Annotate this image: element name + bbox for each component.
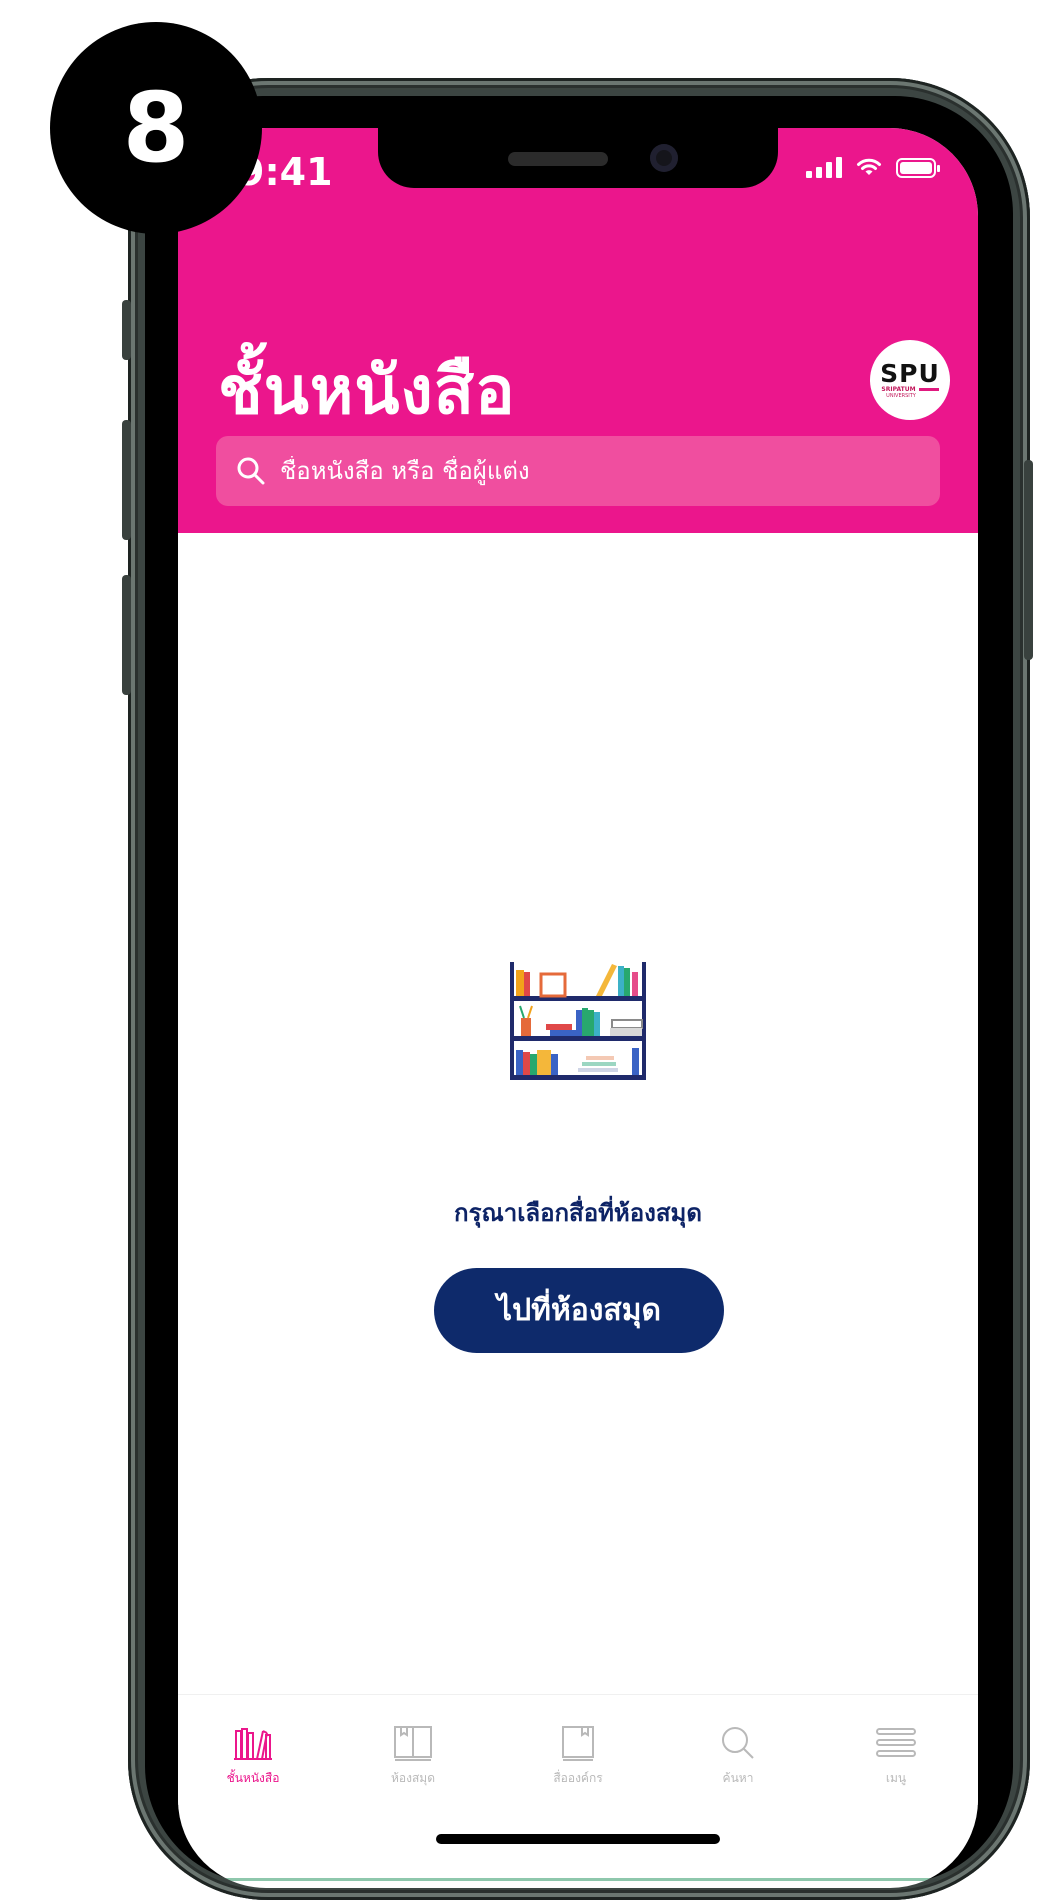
open-book-icon bbox=[394, 1726, 432, 1761]
mute-switch bbox=[122, 300, 131, 360]
tab-menu-label: เมนู bbox=[885, 1771, 907, 1785]
search-input[interactable] bbox=[278, 456, 882, 486]
tab-menu[interactable]: เมนู bbox=[836, 1725, 956, 1788]
search-bar[interactable] bbox=[216, 436, 940, 506]
tab-org-media-label: สื่อองค์กร bbox=[553, 1771, 603, 1785]
signal-icon bbox=[806, 156, 842, 178]
search-icon bbox=[722, 1727, 754, 1759]
step-number-badge: 8 bbox=[50, 22, 262, 234]
volume-up-button bbox=[122, 420, 131, 540]
tab-library-label: ห้องสมุด bbox=[390, 1771, 435, 1785]
book-icon bbox=[562, 1726, 594, 1761]
app-header: 9:41 ชั้นหนังสือ SPU SRIPATUM UNIVERSITY bbox=[178, 128, 978, 533]
screen-bottom-edge bbox=[178, 1878, 978, 1881]
speaker bbox=[508, 152, 608, 166]
tab-bookshelf-label: ชั้นหนังสือ bbox=[226, 1771, 280, 1785]
bookshelf-icon bbox=[234, 1728, 272, 1760]
wifi-icon bbox=[857, 158, 881, 175]
app-screen: 9:41 ชั้นหนังสือ SPU SRIPATUM UNIVERSITY bbox=[178, 128, 978, 1888]
tab-search-label: ค้นหา bbox=[722, 1771, 754, 1785]
battery-icon bbox=[896, 158, 940, 178]
search-icon bbox=[237, 457, 265, 485]
spu-logo: SPU SRIPATUM UNIVERSITY bbox=[870, 340, 950, 420]
bookshelf-illustration bbox=[510, 962, 646, 1080]
empty-state-message: กรุณาเลือกสื่อที่ห้องสมุด bbox=[454, 1199, 702, 1227]
home-indicator bbox=[436, 1834, 720, 1844]
tab-org-media[interactable]: สื่อองค์กร bbox=[518, 1725, 638, 1788]
power-button bbox=[1024, 460, 1033, 660]
page-title: ชั้นหนังสือ bbox=[218, 352, 516, 429]
tab-library[interactable]: ห้องสมุด bbox=[353, 1725, 473, 1788]
tab-bookshelf[interactable]: ชั้นหนังสือ bbox=[193, 1725, 313, 1788]
bottom-tab-bar: ชั้นหนังสือ ห้องสมุด สื่อองค์กร ค้นหา เม… bbox=[178, 1694, 978, 1805]
volume-down-button bbox=[122, 575, 131, 695]
status-icons bbox=[806, 156, 940, 178]
tab-search[interactable]: ค้นหา bbox=[678, 1725, 798, 1788]
front-camera bbox=[650, 144, 678, 172]
menu-icon bbox=[876, 1728, 916, 1757]
go-to-library-button[interactable]: ไปที่ห้องสมุด bbox=[434, 1268, 724, 1353]
